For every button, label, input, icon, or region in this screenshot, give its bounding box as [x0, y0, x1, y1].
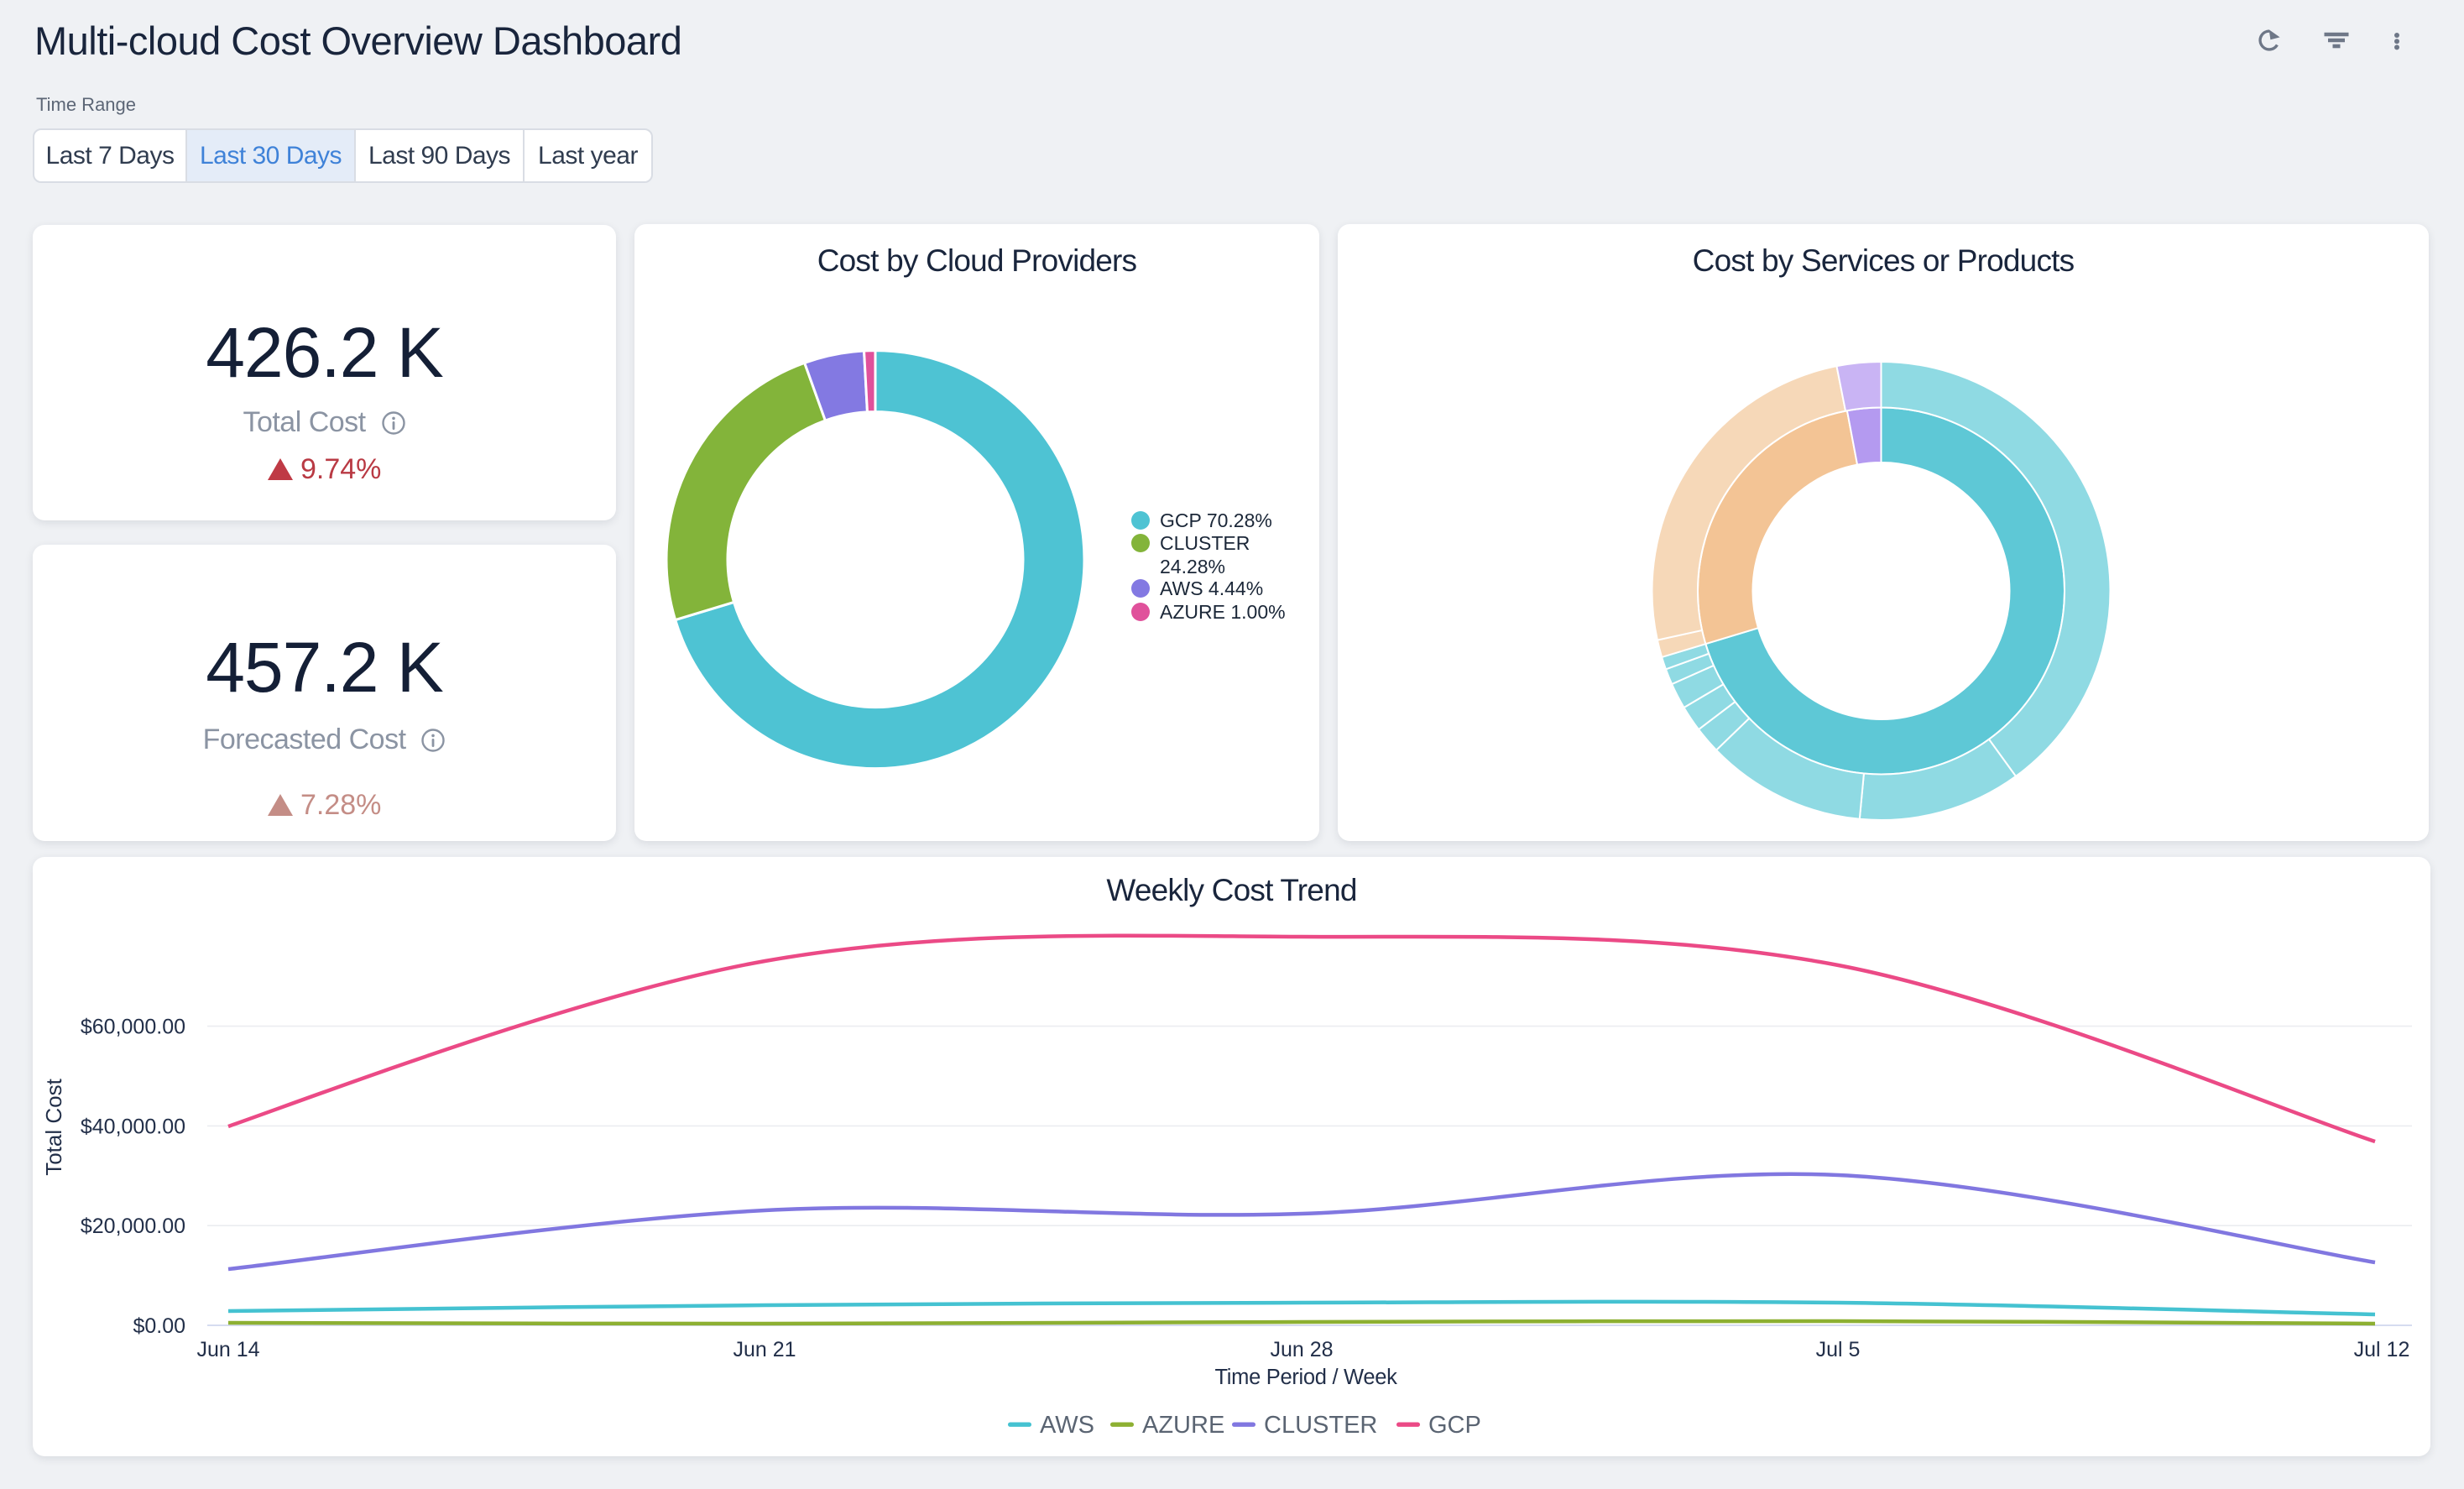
svg-text:Jun 21: Jun 21 [733, 1338, 796, 1361]
svg-text:Jun 14: Jun 14 [196, 1338, 259, 1361]
svg-text:Time Period / Week: Time Period / Week [1214, 1366, 1397, 1389]
svg-text:Jun 28: Jun 28 [1270, 1338, 1333, 1361]
svg-text:$0.00: $0.00 [133, 1314, 185, 1338]
svg-text:Jul 5: Jul 5 [1816, 1338, 1861, 1361]
svg-text:Total Cost: Total Cost [41, 1078, 66, 1175]
svg-text:AZURE: AZURE [1142, 1412, 1224, 1439]
svg-text:$60,000.00: $60,000.00 [81, 1016, 185, 1039]
svg-text:Jul 12: Jul 12 [2354, 1338, 2410, 1361]
svg-text:$20,000.00: $20,000.00 [81, 1215, 185, 1238]
svg-text:AWS: AWS [1040, 1412, 1094, 1439]
svg-text:$40,000.00: $40,000.00 [81, 1115, 185, 1138]
svg-text:CLUSTER: CLUSTER [1264, 1412, 1377, 1439]
svg-text:GCP: GCP [1428, 1412, 1481, 1439]
